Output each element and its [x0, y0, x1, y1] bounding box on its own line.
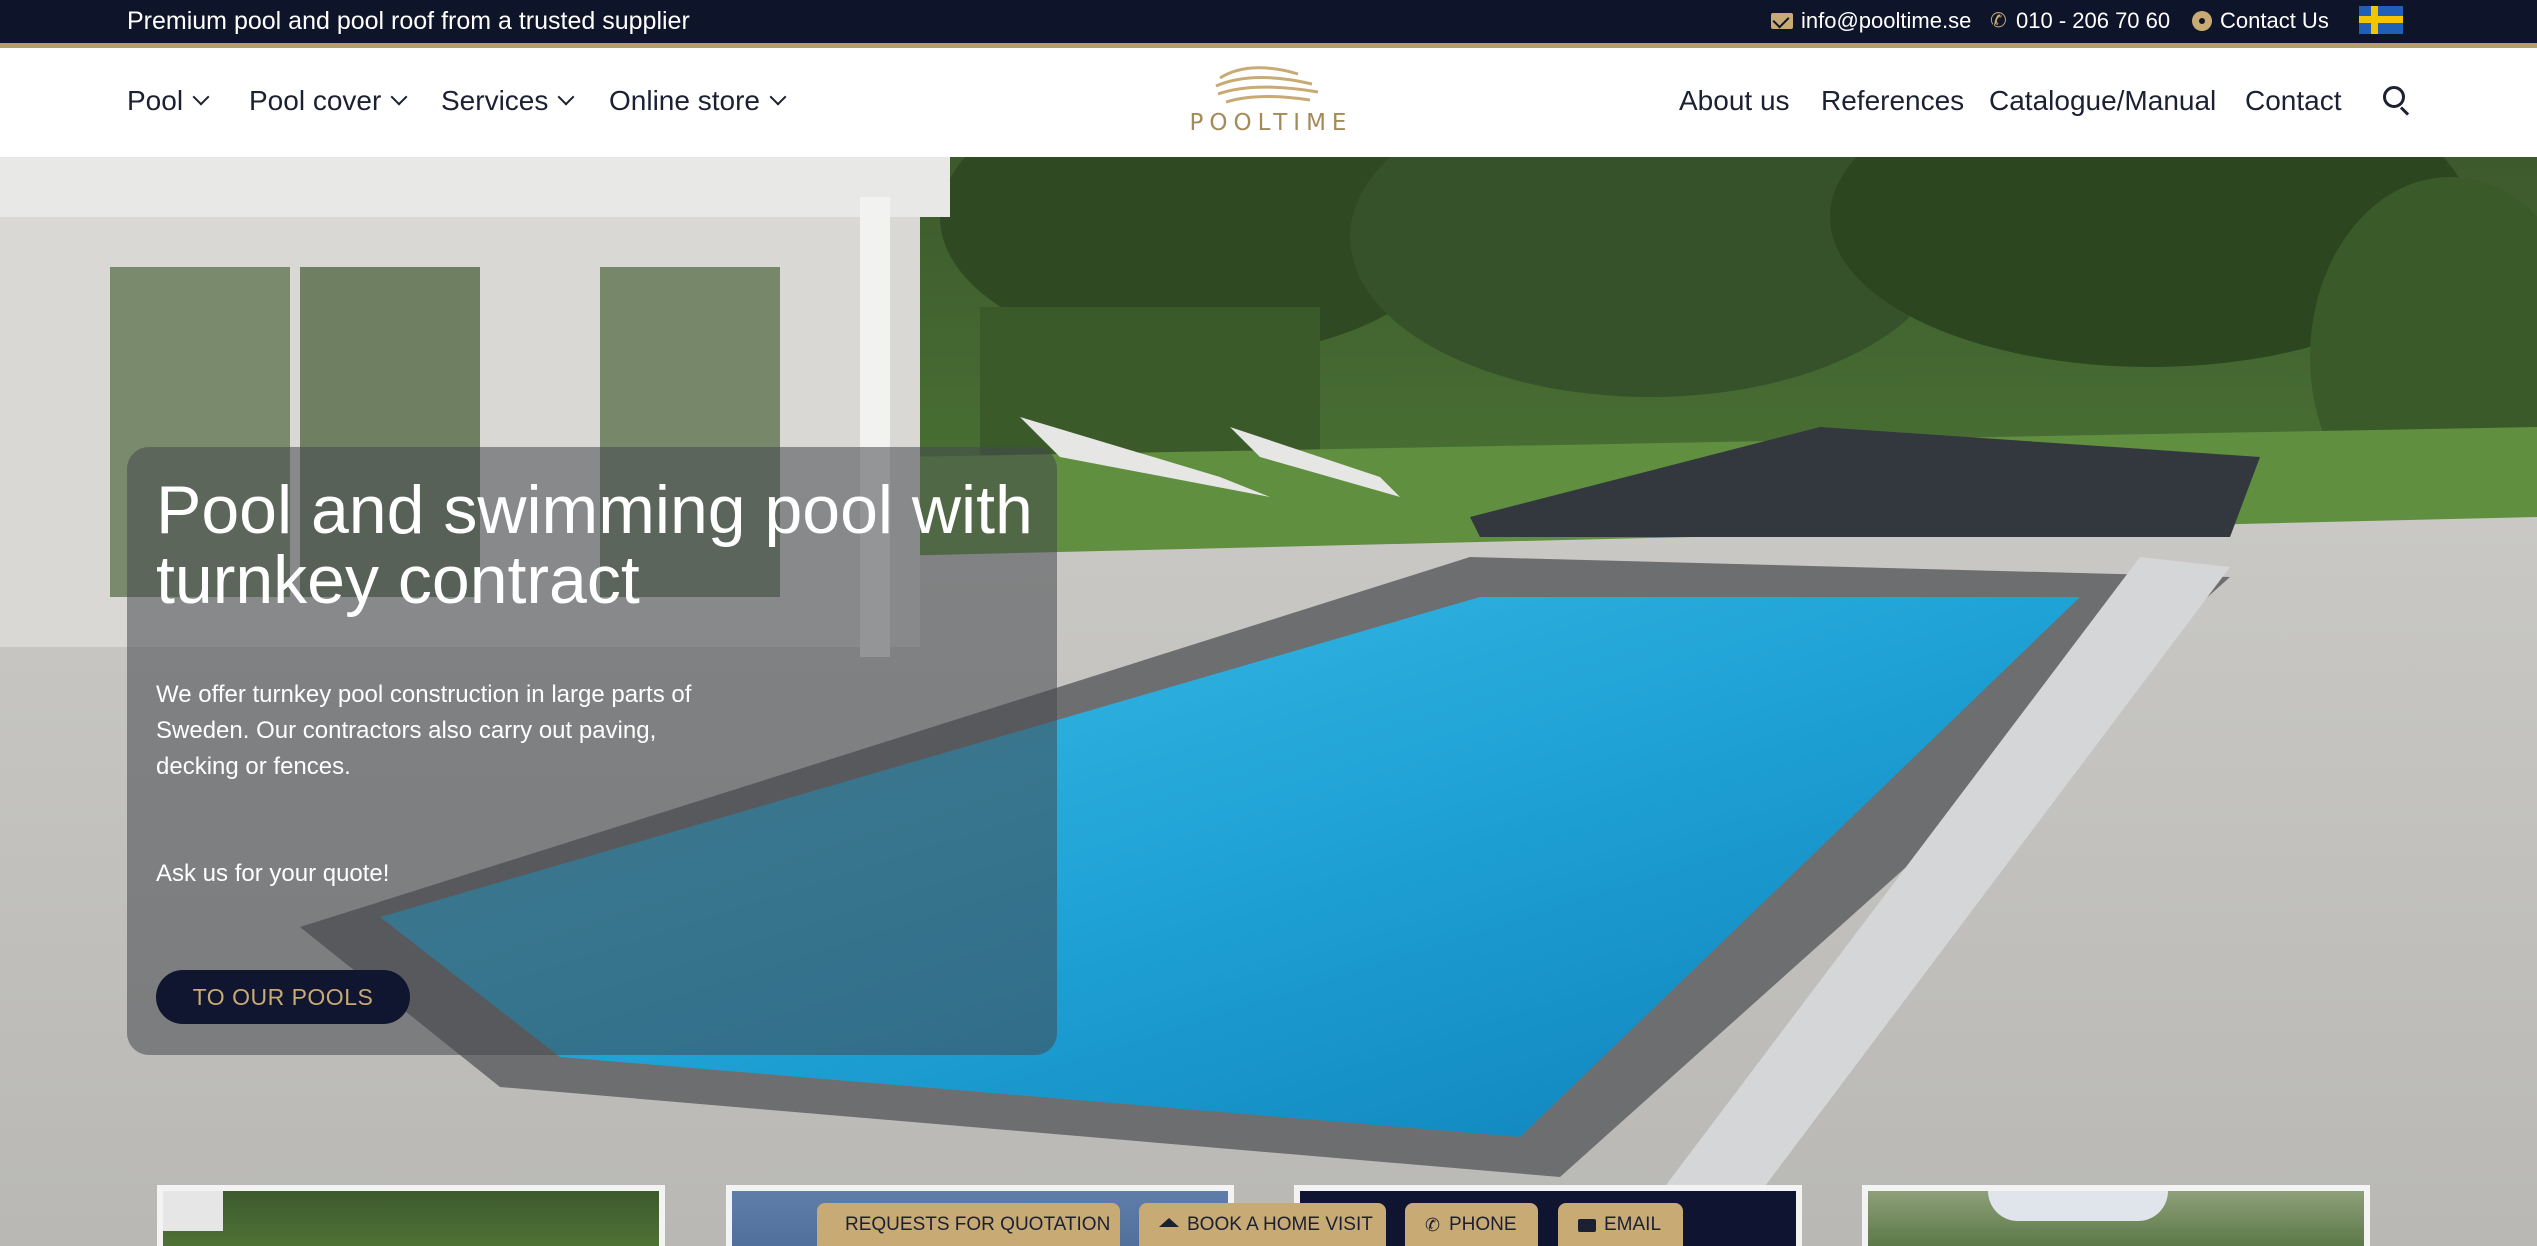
topbar-contact-link[interactable]: Contact Us: [2192, 6, 2329, 36]
nav-item-about-us[interactable]: About us: [1679, 84, 1790, 118]
chevron-down-icon: [769, 88, 787, 106]
nav-item-label: Pool cover: [249, 85, 382, 116]
topbar-email-text: info@pooltime.se: [1801, 8, 1972, 33]
to-our-pools-button[interactable]: TO OUR POOLS: [156, 970, 410, 1024]
phone-button[interactable]: ✆ PHONE: [1405, 1203, 1538, 1246]
chevron-down-icon: [192, 88, 210, 106]
topbar-phone-link[interactable]: ✆ 010 - 206 70 60: [1990, 6, 2170, 36]
chevron-down-icon: [390, 88, 408, 106]
fab-label: PHONE: [1449, 1214, 1517, 1235]
nav-item-references[interactable]: References: [1821, 84, 1964, 118]
nav-item-online-store[interactable]: Online store: [609, 84, 787, 118]
hero-description: We offer turnkey pool construction in la…: [156, 681, 692, 780]
topbar-tagline: Premium pool and pool roof from a truste…: [127, 7, 690, 35]
main-header: Pool Pool cover Services Online store PO…: [0, 48, 2537, 157]
phone-icon: ✆: [1425, 1215, 1441, 1235]
nav-item-catalogue[interactable]: Catalogue/Manual: [1989, 84, 2216, 118]
chevron-down-icon: [557, 88, 575, 106]
hero-section: Pool and swimming pool with turnkey cont…: [0, 157, 2537, 1246]
fab-label: REQUESTS FOR QUOTATION: [845, 1214, 1111, 1235]
nav-item-pool[interactable]: Pool: [127, 84, 210, 118]
topbar-email-link[interactable]: info@pooltime.se: [1771, 6, 1971, 36]
envelope-icon: [1578, 1218, 1596, 1232]
hero-cta-text: Ask us for your quote!: [156, 860, 390, 887]
logo-waves-icon: [1215, 66, 1319, 104]
nav-item-label: Online store: [609, 85, 760, 116]
nav-item-services[interactable]: Services: [441, 84, 575, 118]
top-bar: Premium pool and pool roof from a truste…: [0, 0, 2537, 43]
pooltime-logo[interactable]: POOLTIME: [1178, 62, 1358, 146]
fab-label: BOOK A HOME VISIT: [1187, 1214, 1373, 1235]
topbar-phone-text: 010 - 206 70 60: [2016, 8, 2171, 33]
feature-card-1[interactable]: [157, 1185, 665, 1246]
logo-text: POOLTIME: [1189, 110, 1353, 136]
sweden-flag-icon[interactable]: [2359, 6, 2403, 34]
nav-item-contact[interactable]: Contact: [2245, 84, 2342, 118]
topbar-contact-text: Contact Us: [2220, 8, 2329, 33]
request-quotation-button[interactable]: REQUESTS FOR QUOTATION: [817, 1203, 1120, 1246]
contact-icon: [2192, 11, 2212, 31]
hero-title: Pool and swimming pool with turnkey cont…: [156, 472, 1033, 618]
email-button[interactable]: EMAIL: [1558, 1203, 1683, 1246]
nav-item-label: Pool: [127, 85, 184, 116]
fab-label: EMAIL: [1604, 1214, 1662, 1235]
nav-item-pool-cover[interactable]: Pool cover: [249, 84, 408, 118]
nav-item-label: Services: [441, 85, 549, 116]
feature-card-4[interactable]: [1862, 1185, 2370, 1246]
book-home-visit-button[interactable]: BOOK A HOME VISIT: [1139, 1203, 1386, 1246]
envelope-icon: [1771, 13, 1793, 29]
phone-icon: ✆: [1990, 10, 2007, 32]
search-icon[interactable]: [2383, 86, 2411, 116]
home-icon: [1159, 1217, 1179, 1227]
